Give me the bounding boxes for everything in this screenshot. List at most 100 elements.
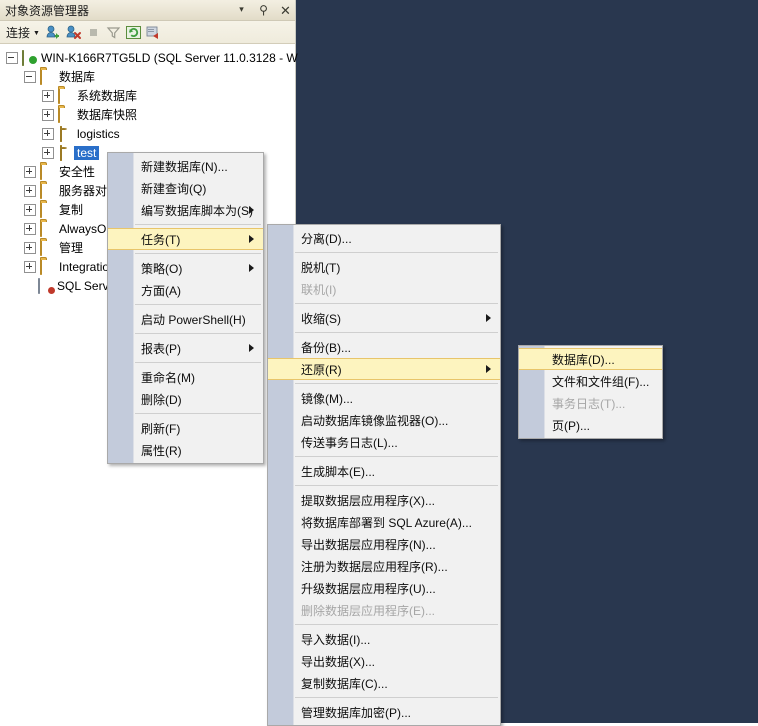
folder-icon <box>58 87 60 104</box>
connect-object-explorer-icon[interactable] <box>45 24 62 41</box>
expander-icon[interactable] <box>42 127 54 140</box>
context-menu-database: 新建数据库(N)... 新建查询(Q) 编写数据库脚本为(S) 任务(T) 策略… <box>107 152 264 464</box>
menu-item-export-data[interactable]: 导出数据(X)... <box>268 650 500 672</box>
menu-item-register-as-data-tier-application[interactable]: 注册为数据层应用程序(R)... <box>268 555 500 577</box>
menu-item-label: 报表(P) <box>141 341 181 356</box>
menu-item-rename[interactable]: 重命名(M) <box>108 366 263 388</box>
connect-button-label: 连接 <box>6 25 31 40</box>
tree-node-system-databases[interactable]: 系统数据库 <box>0 86 295 105</box>
folder-icon <box>40 258 42 275</box>
menu-item-shrink[interactable]: 收缩(S) <box>268 307 500 329</box>
menu-separator <box>295 624 498 625</box>
menu-item-extract-data-tier-application[interactable]: 提取数据层应用程序(X)... <box>268 489 500 511</box>
menu-item-import-data[interactable]: 导入数据(I)... <box>268 628 500 650</box>
menu-item-new-query[interactable]: 新建查询(Q) <box>108 177 263 199</box>
menu-item-ship-transaction-logs[interactable]: 传送事务日志(L)... <box>268 431 500 453</box>
tree-node-label: 数据库 <box>59 70 96 84</box>
object-explorer-titlebar: 对象资源管理器 ▾ ⚲ ✕ <box>0 0 295 21</box>
menu-item-start-powershell[interactable]: 启动 PowerShell(H) <box>108 308 263 330</box>
menu-item-copy-database[interactable]: 复制数据库(C)... <box>268 672 500 694</box>
tree-node-label: 安全性 <box>59 165 96 179</box>
expander-icon[interactable] <box>24 222 36 235</box>
submenu-arrow-icon <box>249 264 254 272</box>
menu-item-label: 策略(O) <box>141 261 183 276</box>
menu-item-export-data-tier-application[interactable]: 导出数据层应用程序(N)... <box>268 533 500 555</box>
menu-item-refresh[interactable]: 刷新(F) <box>108 417 263 439</box>
menu-item-label: 任务(T) <box>141 232 181 247</box>
menu-item-reports[interactable]: 报表(P) <box>108 337 263 359</box>
tree-node-label-selected: test <box>74 145 100 160</box>
database-icon <box>60 144 62 161</box>
menu-item-delete[interactable]: 删除(D) <box>108 388 263 410</box>
menu-separator <box>295 252 498 253</box>
expander-icon[interactable] <box>42 146 54 159</box>
tree-node-databases[interactable]: 数据库 <box>0 67 295 86</box>
refresh-icon[interactable] <box>125 24 142 41</box>
disconnect-object-explorer-icon[interactable] <box>65 24 82 41</box>
window-dropdown-icon[interactable]: ▾ <box>235 2 248 16</box>
menu-item-facets[interactable]: 方面(A) <box>108 279 263 301</box>
expander-icon[interactable] <box>24 203 36 216</box>
menu-item-label: 收缩(S) <box>301 311 341 326</box>
menu-item-manage-database-encryption[interactable]: 管理数据库加密(P)... <box>268 701 500 723</box>
tree-node-label: WIN-K166R7TG5LD (SQL Server 11.0.3128 - … <box>41 50 298 65</box>
menu-item-label: 编写数据库脚本为(S) <box>141 203 253 218</box>
menu-item-take-offline[interactable]: 脱机(T) <box>268 256 500 278</box>
tree-node-label: 系统数据库 <box>77 89 138 103</box>
folder-icon <box>40 201 42 218</box>
expander-icon[interactable] <box>24 165 36 178</box>
menu-separator <box>295 485 498 486</box>
menu-item-upgrade-data-tier-application[interactable]: 升级数据层应用程序(U)... <box>268 577 500 599</box>
menu-item-launch-database-mirroring-monitor[interactable]: 启动数据库镜像监视器(O)... <box>268 409 500 431</box>
expander-icon[interactable] <box>24 70 36 83</box>
tree-node-label: 数据库快照 <box>77 108 138 122</box>
tree-node-logistics[interactable]: logistics <box>0 124 295 143</box>
menu-item-back-up[interactable]: 备份(B)... <box>268 336 500 358</box>
submenu-arrow-icon <box>249 206 254 214</box>
menu-separator <box>135 304 261 305</box>
menu-separator <box>295 383 498 384</box>
menu-item-tasks[interactable]: 任务(T) <box>108 228 263 250</box>
menu-separator <box>295 332 498 333</box>
menu-separator <box>295 697 498 698</box>
menu-item-label: 还原(R) <box>301 362 342 377</box>
auto-hide-pin-icon[interactable]: ⚲ <box>257 3 270 17</box>
menu-item-restore-database[interactable]: 数据库(D)... <box>519 348 662 370</box>
folder-icon <box>40 239 42 256</box>
menu-item-policies[interactable]: 策略(O) <box>108 257 263 279</box>
tree-node-label: 复制 <box>59 203 84 217</box>
close-icon[interactable]: ✕ <box>279 3 292 17</box>
expander-icon[interactable] <box>24 241 36 254</box>
menu-item-mirror[interactable]: 镜像(M)... <box>268 387 500 409</box>
expander-icon[interactable] <box>24 260 36 273</box>
menu-item-deploy-database-to-sql-azure[interactable]: 将数据库部署到 SQL Azure(A)... <box>268 511 500 533</box>
menu-separator <box>135 253 261 254</box>
stop-icon <box>85 24 102 41</box>
menu-item-detach[interactable]: 分离(D)... <box>268 227 500 249</box>
expander-icon[interactable] <box>42 89 54 102</box>
connect-button[interactable]: 连接 ▼ <box>4 23 42 41</box>
expander-icon[interactable] <box>42 108 54 121</box>
submenu-arrow-icon <box>486 314 491 322</box>
sync-icon[interactable] <box>145 24 162 41</box>
folder-icon <box>58 106 60 123</box>
tree-node-server[interactable]: WIN-K166R7TG5LD (SQL Server 11.0.3128 - … <box>0 48 298 67</box>
menu-item-restore-page[interactable]: 页(P)... <box>519 414 662 436</box>
expander-icon[interactable] <box>6 51 18 64</box>
menu-item-properties[interactable]: 属性(R) <box>108 439 263 461</box>
menu-item-new-database[interactable]: 新建数据库(N)... <box>108 155 263 177</box>
menu-item-script-database-as[interactable]: 编写数据库脚本为(S) <box>108 199 263 221</box>
tree-node-database-snapshots[interactable]: 数据库快照 <box>0 105 295 124</box>
folder-icon <box>40 163 42 180</box>
menu-item-bring-online: 联机(I) <box>301 282 337 297</box>
sql-agent-icon <box>38 277 40 294</box>
tree-node-label: logistics <box>77 126 120 141</box>
menu-item-restore-files-and-filegroups[interactable]: 文件和文件组(F)... <box>519 370 662 392</box>
menu-item-generate-scripts[interactable]: 生成脚本(E)... <box>268 460 500 482</box>
database-icon <box>60 125 62 142</box>
menu-item-restore[interactable]: 还原(R) <box>268 358 500 380</box>
filter-icon <box>105 24 122 41</box>
expander-icon[interactable] <box>24 184 36 197</box>
menu-separator <box>135 413 261 414</box>
menu-item-delete-data-tier-application: 删除数据层应用程序(E)... <box>301 603 435 618</box>
